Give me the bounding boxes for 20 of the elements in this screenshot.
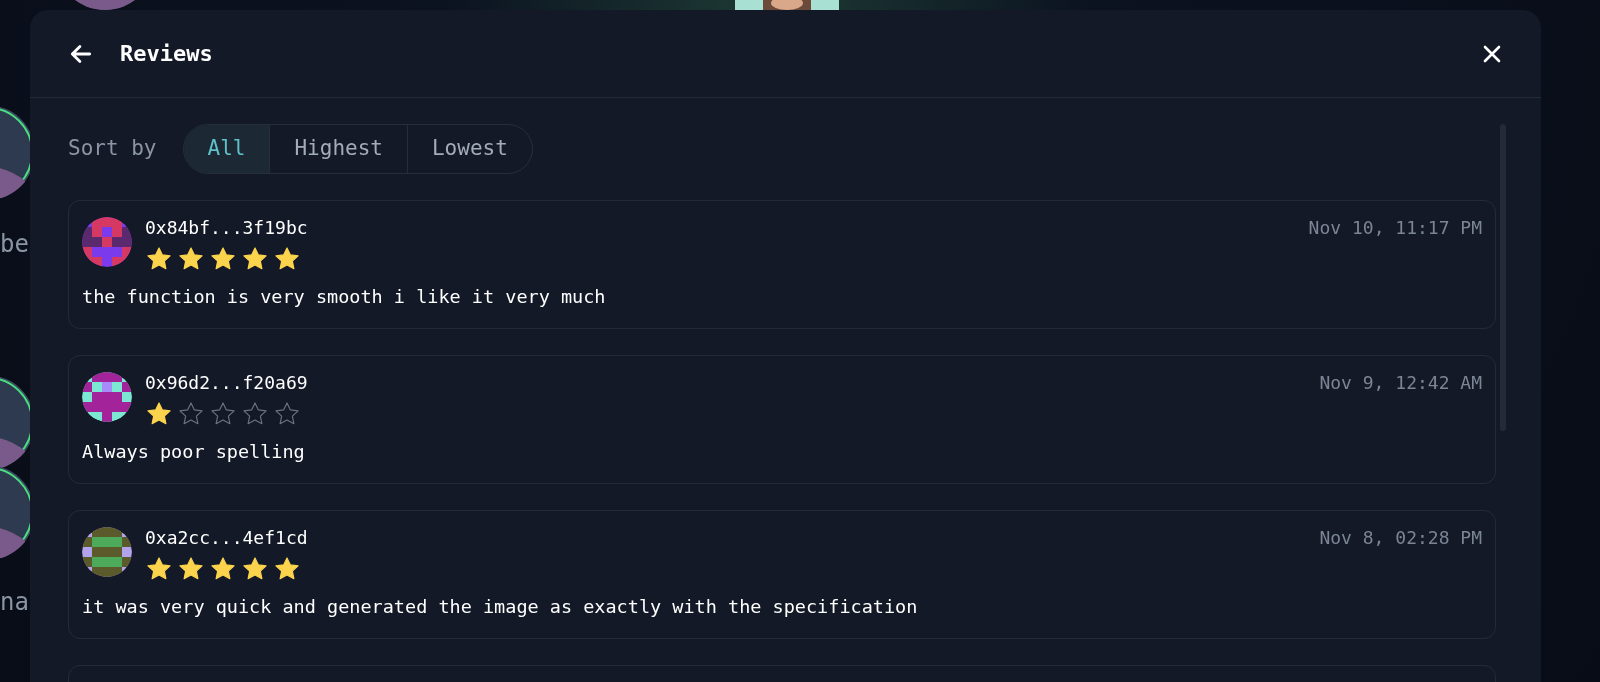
wallet-address: 0xa2cc...4ef1cd bbox=[145, 527, 308, 549]
avatar-icon bbox=[82, 217, 132, 267]
review-date: Nov 10, 11:17 PM bbox=[1308, 217, 1482, 239]
close-icon bbox=[1482, 43, 1502, 64]
review-text: Always poor spelling bbox=[82, 440, 306, 464]
sort-tab[interactable]: Highest bbox=[269, 125, 407, 173]
review-date: Nov 8, 02:28 PM bbox=[1319, 527, 1482, 549]
avatar-icon bbox=[82, 527, 132, 577]
sort-label: Sort by bbox=[68, 135, 157, 163]
sort-tab[interactable]: Lowest bbox=[406, 125, 532, 173]
wallet-address: 0x84bf...3f19bc bbox=[145, 217, 308, 239]
dialog-title: Reviews bbox=[120, 40, 213, 68]
review-text: it was very quick and generated the image as exactly with the specification bbox=[82, 595, 919, 619]
background-text: be bbox=[0, 229, 29, 260]
review-text: the function is very smooth i like it very much bbox=[82, 285, 607, 309]
avatar-icon bbox=[82, 372, 132, 422]
review-date: Nov 9, 12:42 AM bbox=[1319, 372, 1482, 394]
sort-tab[interactable]: All bbox=[183, 125, 270, 173]
wallet-address: 0x96d2...f20a69 bbox=[145, 372, 308, 394]
background-text: na bbox=[0, 587, 29, 618]
